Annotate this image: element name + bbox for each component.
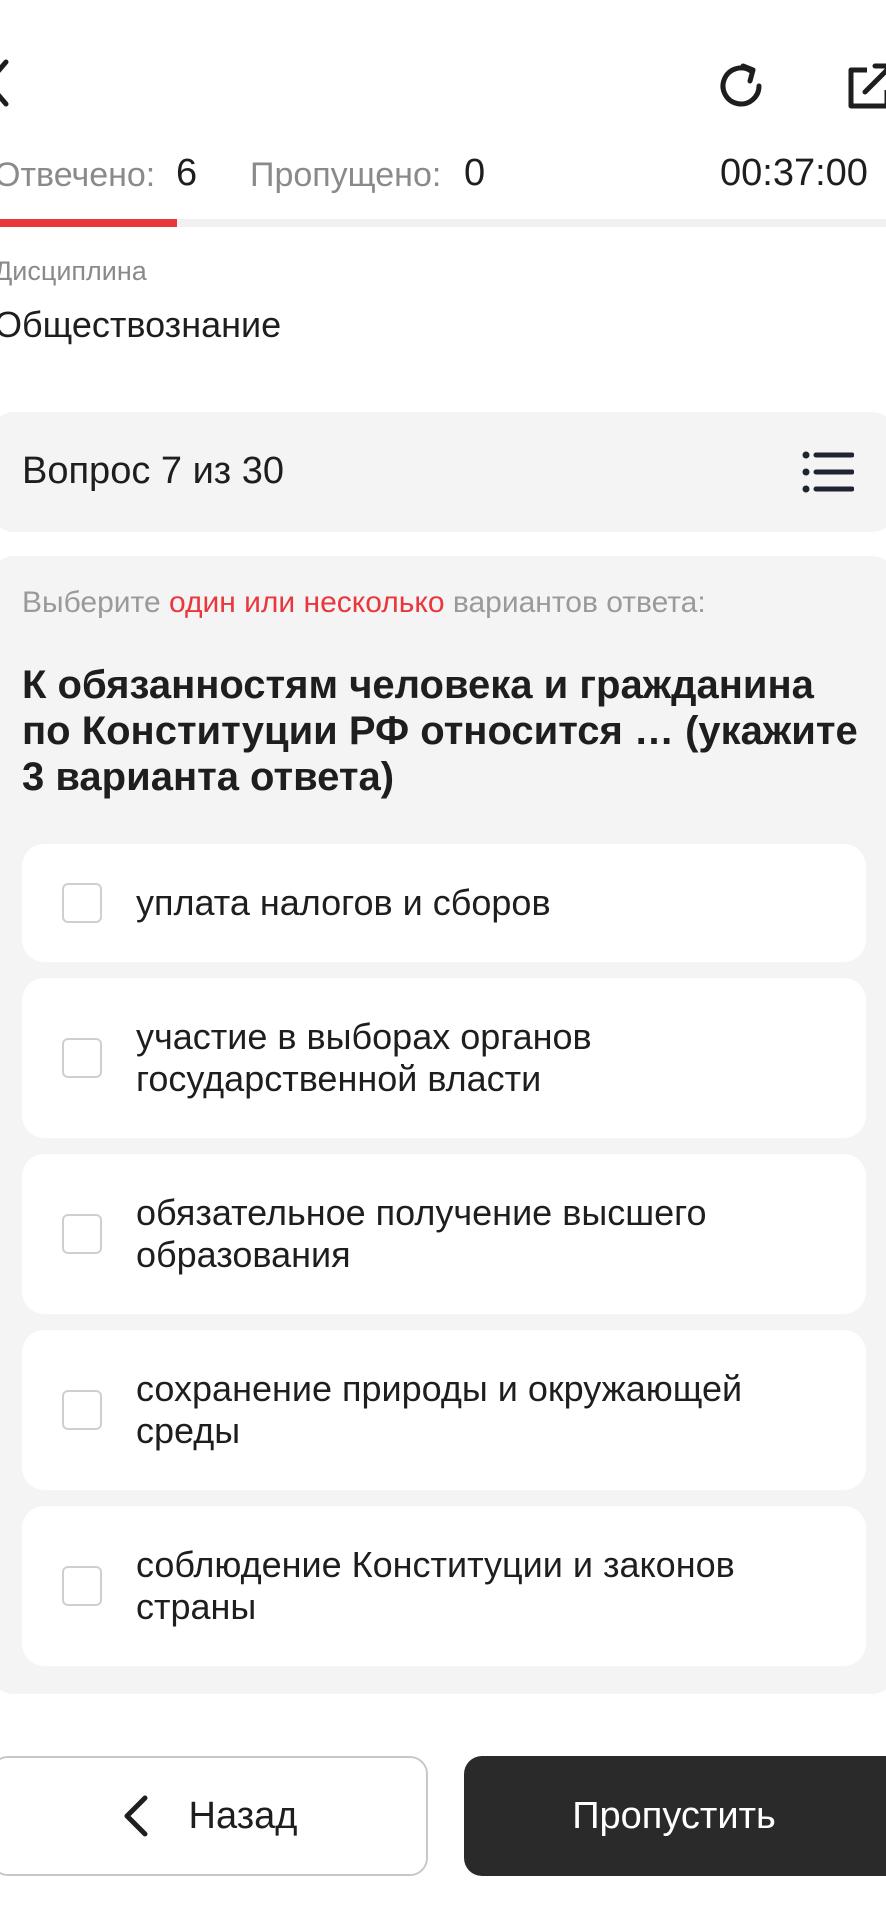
answer-option[interactable]: участие в выборах органов государственно… — [22, 978, 866, 1138]
chevron-left-icon[interactable] — [0, 58, 12, 108]
progress-fill — [0, 219, 178, 227]
answered-count: 6 — [176, 152, 198, 194]
answer-option-label: соблюдение Конституции и законов страны — [136, 1544, 735, 1627]
answer-option-label: уплата налогов и сборов — [136, 882, 551, 923]
instruction-accent: один или несколько — [168, 586, 445, 619]
list-icon[interactable] — [802, 450, 854, 494]
skipped-label: Пропущено: — [250, 156, 442, 194]
answer-option-label: сохранение природы и окружающей среды — [136, 1368, 743, 1451]
skipped-count: 0 — [464, 152, 486, 194]
answer-option-label: обязательное получение высшего образован… — [136, 1192, 707, 1275]
answer-option[interactable]: соблюдение Конституции и законов страны — [22, 1506, 866, 1666]
answer-instruction: Выберите один или несколько вариантов от… — [22, 586, 706, 620]
external-link-icon[interactable] — [845, 60, 886, 112]
discipline-label: Дисциплина — [0, 256, 147, 286]
checkbox[interactable] — [62, 1038, 102, 1078]
answer-option[interactable]: сохранение природы и окружающей среды — [22, 1330, 866, 1490]
timer: 00:37:00 — [720, 152, 868, 194]
progress-bar — [0, 219, 886, 227]
question-text: К обязанностям человека и гражданина по … — [22, 663, 858, 799]
instruction-prefix: Выберите — [22, 586, 169, 619]
skip-button-label: Пропустить — [572, 1794, 776, 1837]
answer-options: уплата налогов и сборов участие в выбора… — [22, 844, 866, 1682]
chevron-left-icon — [124, 1795, 148, 1837]
back-button[interactable]: Назад — [0, 1756, 428, 1876]
checkbox[interactable] — [62, 1566, 102, 1606]
checkbox[interactable] — [62, 883, 102, 923]
back-button-label: Назад — [188, 1794, 298, 1837]
checkbox[interactable] — [62, 1214, 102, 1254]
quiz-stats: Отвечено: 6 Пропущено: 0 00:37:00 — [0, 150, 886, 210]
top-bar — [0, 0, 886, 160]
answered-label: Отвечено: — [0, 156, 156, 194]
question-header: Вопрос 7 из 30 — [0, 412, 886, 532]
answer-option[interactable]: обязательное получение высшего образован… — [22, 1154, 866, 1314]
answer-option[interactable]: уплата налогов и сборов — [22, 844, 866, 962]
discipline-value: Обществознание — [0, 304, 282, 345]
question-counter: Вопрос 7 из 30 — [22, 450, 285, 492]
skip-button[interactable]: Пропустить — [464, 1756, 886, 1876]
instruction-suffix: вариантов ответа: — [444, 586, 706, 619]
checkbox[interactable] — [62, 1390, 102, 1430]
question-card: Выберите один или несколько вариантов от… — [0, 556, 886, 1694]
refresh-icon[interactable] — [713, 58, 769, 114]
quiz-screen: Отвечено: 6 Пропущено: 0 00:37:00 Дисцип… — [0, 0, 886, 1920]
answer-option-label: участие в выборах органов государственно… — [136, 1016, 592, 1099]
